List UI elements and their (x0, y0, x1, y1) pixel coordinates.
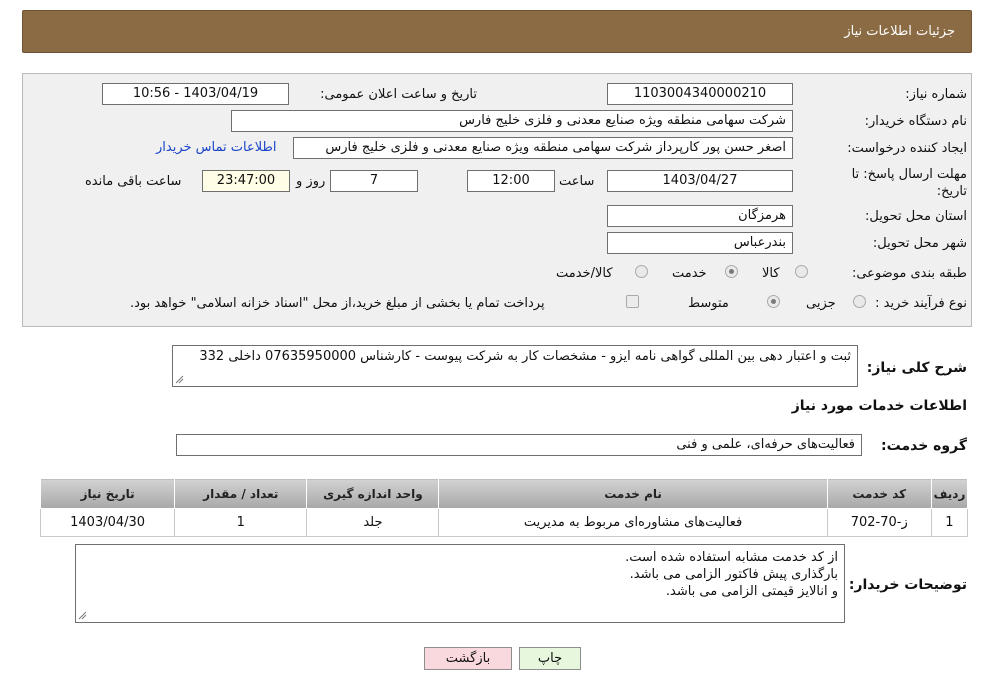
buyer-org-label: نام دستگاه خریدار: (864, 114, 967, 129)
remaining-label: ساعت باقی مانده (85, 174, 182, 189)
page-header: جزئیات اطلاعات نیاز (22, 10, 972, 53)
process-radio-medium[interactable] (767, 295, 780, 308)
cell-quantity: 1 (174, 508, 308, 537)
cell-unit: جلد (306, 508, 440, 537)
category-option-goods: کالا (762, 266, 780, 281)
days-field: 7 (330, 170, 418, 192)
cell-need-date: 1403/04/30 (39, 508, 176, 537)
category-radio-goods[interactable] (795, 265, 808, 278)
col-header-quantity: تعداد / مقدار (174, 478, 308, 509)
category-radio-both[interactable] (635, 265, 648, 278)
col-header-service-code: کد خدمت (826, 478, 932, 509)
deadline-time-field: 12:00 (467, 170, 555, 192)
resize-handle-icon[interactable] (175, 375, 184, 384)
city-field: بندرعباس (607, 232, 793, 254)
table-row: 1 ز-70-702 فعالیت‌های مشاوره‌ای مربوط به… (39, 508, 969, 537)
city-label: شهر محل تحویل: (872, 236, 967, 251)
services-table: ردیف کد خدمت نام خدمت واحد اندازه گیری ت… (39, 478, 969, 537)
table-header-row: ردیف کد خدمت نام خدمت واحد اندازه گیری ت… (39, 478, 969, 509)
page-title: جزئیات اطلاعات نیاز (844, 24, 955, 39)
category-label: طبقه بندی موضوعی: (851, 266, 967, 281)
col-header-unit: واحد اندازه گیری (306, 478, 440, 509)
province-field: هرمزگان (607, 205, 793, 227)
col-header-need-date: تاریخ نیاز (39, 478, 176, 509)
print-button[interactable]: چاپ (519, 647, 581, 670)
col-header-service-name: نام خدمت (438, 478, 828, 509)
service-group-label: گروه خدمت: (881, 438, 967, 454)
back-button[interactable]: بازگشت (424, 647, 512, 670)
remaining-time-field: 23:47:00 (202, 170, 290, 192)
service-group-field: فعالیت‌های حرفه‌ای، علمی و فنی (176, 434, 862, 456)
need-number-field: 1103004340000210 (607, 83, 793, 105)
description-textarea[interactable]: ثبت و اعتبار دهی بین المللی گواهی نامه ا… (172, 345, 858, 387)
description-label: شرح کلی نیاز: (866, 360, 967, 376)
buyer-notes-label: توضیحات خریدار: (848, 577, 967, 593)
buyer-note-line: از کد خدمت مشابه استفاده شده است. (625, 550, 838, 565)
category-option-service: خدمت (672, 266, 707, 281)
deadline-date-field: 1403/04/27 (607, 170, 793, 192)
col-header-row-number: ردیف (930, 478, 969, 509)
resize-handle-icon[interactable] (78, 611, 87, 620)
deadline-time-label: ساعت (559, 174, 595, 189)
announce-field: 1403/04/19 - 10:56 (102, 83, 289, 105)
buyer-note-line: و انالایز قیمتی الزامی می باشد. (665, 584, 838, 599)
treasury-payment-checkbox[interactable] (626, 295, 639, 308)
need-number-label: شماره نیاز: (905, 87, 967, 102)
province-label: استان محل تحویل: (865, 209, 967, 224)
buyer-org-field: شرکت سهامی منطقه ویژه صنایع معدنی و فلزی… (231, 110, 793, 132)
buyer-notes-textarea[interactable]: از کد خدمت مشابه استفاده شده است. بارگذا… (75, 544, 845, 623)
days-label: روز و (296, 174, 326, 189)
buyer-contact-link[interactable]: اطلاعات تماس خریدار (156, 140, 276, 155)
creator-field: اصغر حسن پور کارپرداز شرکت سهامی منطقه و… (293, 137, 793, 159)
process-radio-minor[interactable] (853, 295, 866, 308)
creator-label: ایجاد کننده درخواست: (847, 141, 967, 156)
treasury-payment-note: پرداخت تمام یا بخشی از مبلغ خرید،از محل … (130, 296, 545, 311)
deadline-label: مهلت ارسال پاسخ: تا تاریخ: (851, 167, 967, 199)
category-radio-service[interactable] (725, 265, 738, 278)
cell-service-name: فعالیت‌های مشاوره‌ای مربوط به مدیریت (438, 508, 828, 537)
category-option-both: کالا/خدمت (556, 266, 613, 281)
description-text: ثبت و اعتبار دهی بین المللی گواهی نامه ا… (199, 349, 851, 364)
services-section-title: اطلاعات خدمات مورد نیاز (791, 398, 967, 414)
process-option-medium: متوسط (688, 296, 729, 311)
process-label: نوع فرآیند خرید : (875, 296, 967, 311)
buyer-note-line: بارگذاری پیش فاکتور الزامی می باشد. (629, 567, 838, 582)
cell-service-code: ز-70-702 (826, 508, 932, 537)
cell-row-number: 1 (930, 508, 969, 537)
announce-label: تاریخ و ساعت اعلان عمومی: (320, 87, 477, 102)
process-option-minor: جزیی (806, 296, 836, 311)
